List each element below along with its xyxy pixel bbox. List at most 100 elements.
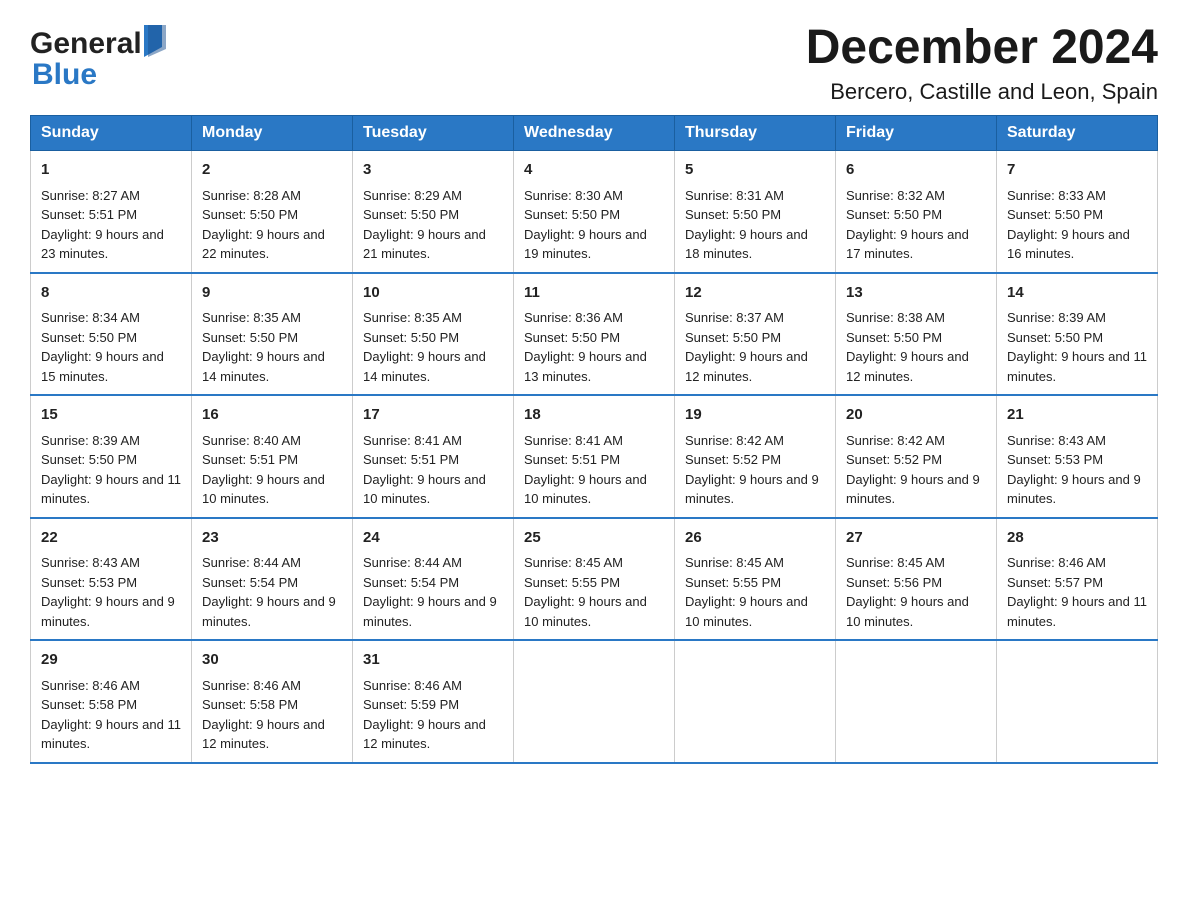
calendar-cell: 1 Sunrise: 8:27 AMSunset: 5:51 PMDayligh… bbox=[31, 151, 192, 273]
day-number: 15 bbox=[41, 404, 181, 427]
day-info: Sunrise: 8:29 AMSunset: 5:50 PMDaylight:… bbox=[363, 188, 486, 262]
day-info: Sunrise: 8:36 AMSunset: 5:50 PMDaylight:… bbox=[524, 310, 647, 384]
day-number: 26 bbox=[685, 527, 825, 550]
day-info: Sunrise: 8:38 AMSunset: 5:50 PMDaylight:… bbox=[846, 310, 969, 384]
calendar-cell: 3 Sunrise: 8:29 AMSunset: 5:50 PMDayligh… bbox=[353, 151, 514, 273]
calendar-cell: 12 Sunrise: 8:37 AMSunset: 5:50 PMDaylig… bbox=[675, 273, 836, 396]
day-number: 7 bbox=[1007, 159, 1147, 182]
calendar-header-row: SundayMondayTuesdayWednesdayThursdayFrid… bbox=[31, 116, 1158, 151]
calendar-cell bbox=[514, 640, 675, 763]
calendar-week-3: 15 Sunrise: 8:39 AMSunset: 5:50 PMDaylig… bbox=[31, 395, 1158, 518]
day-info: Sunrise: 8:32 AMSunset: 5:50 PMDaylight:… bbox=[846, 188, 969, 262]
calendar-cell: 7 Sunrise: 8:33 AMSunset: 5:50 PMDayligh… bbox=[997, 151, 1158, 273]
day-number: 6 bbox=[846, 159, 986, 182]
day-info: Sunrise: 8:41 AMSunset: 5:51 PMDaylight:… bbox=[363, 433, 486, 507]
calendar-cell: 22 Sunrise: 8:43 AMSunset: 5:53 PMDaylig… bbox=[31, 518, 192, 641]
day-info: Sunrise: 8:41 AMSunset: 5:51 PMDaylight:… bbox=[524, 433, 647, 507]
calendar-cell: 8 Sunrise: 8:34 AMSunset: 5:50 PMDayligh… bbox=[31, 273, 192, 396]
page-title: December 2024 bbox=[806, 20, 1158, 75]
day-info: Sunrise: 8:45 AMSunset: 5:55 PMDaylight:… bbox=[685, 555, 808, 629]
day-number: 19 bbox=[685, 404, 825, 427]
calendar-cell: 2 Sunrise: 8:28 AMSunset: 5:50 PMDayligh… bbox=[192, 151, 353, 273]
day-info: Sunrise: 8:46 AMSunset: 5:59 PMDaylight:… bbox=[363, 678, 486, 752]
calendar-cell: 19 Sunrise: 8:42 AMSunset: 5:52 PMDaylig… bbox=[675, 395, 836, 518]
calendar-cell: 9 Sunrise: 8:35 AMSunset: 5:50 PMDayligh… bbox=[192, 273, 353, 396]
calendar-cell: 29 Sunrise: 8:46 AMSunset: 5:58 PMDaylig… bbox=[31, 640, 192, 763]
calendar-cell bbox=[675, 640, 836, 763]
day-info: Sunrise: 8:39 AMSunset: 5:50 PMDaylight:… bbox=[1007, 310, 1147, 384]
calendar-header-saturday: Saturday bbox=[997, 116, 1158, 151]
title-block: December 2024 Bercero, Castille and Leon… bbox=[806, 20, 1158, 105]
calendar-week-5: 29 Sunrise: 8:46 AMSunset: 5:58 PMDaylig… bbox=[31, 640, 1158, 763]
day-info: Sunrise: 8:46 AMSunset: 5:58 PMDaylight:… bbox=[202, 678, 325, 752]
calendar-cell: 31 Sunrise: 8:46 AMSunset: 5:59 PMDaylig… bbox=[353, 640, 514, 763]
logo: General Blue bbox=[30, 25, 166, 92]
day-info: Sunrise: 8:46 AMSunset: 5:58 PMDaylight:… bbox=[41, 678, 181, 752]
calendar-cell: 18 Sunrise: 8:41 AMSunset: 5:51 PMDaylig… bbox=[514, 395, 675, 518]
day-number: 1 bbox=[41, 159, 181, 182]
day-number: 4 bbox=[524, 159, 664, 182]
calendar-table: SundayMondayTuesdayWednesdayThursdayFrid… bbox=[30, 115, 1158, 764]
page-subtitle: Bercero, Castille and Leon, Spain bbox=[806, 79, 1158, 105]
day-info: Sunrise: 8:44 AMSunset: 5:54 PMDaylight:… bbox=[363, 555, 497, 629]
day-info: Sunrise: 8:31 AMSunset: 5:50 PMDaylight:… bbox=[685, 188, 808, 262]
day-number: 16 bbox=[202, 404, 342, 427]
day-info: Sunrise: 8:35 AMSunset: 5:50 PMDaylight:… bbox=[202, 310, 325, 384]
day-number: 18 bbox=[524, 404, 664, 427]
logo-general-text: General bbox=[30, 27, 142, 61]
calendar-week-2: 8 Sunrise: 8:34 AMSunset: 5:50 PMDayligh… bbox=[31, 273, 1158, 396]
calendar-cell: 20 Sunrise: 8:42 AMSunset: 5:52 PMDaylig… bbox=[836, 395, 997, 518]
day-number: 22 bbox=[41, 527, 181, 550]
day-info: Sunrise: 8:28 AMSunset: 5:50 PMDaylight:… bbox=[202, 188, 325, 262]
calendar-cell: 10 Sunrise: 8:35 AMSunset: 5:50 PMDaylig… bbox=[353, 273, 514, 396]
day-number: 30 bbox=[202, 649, 342, 672]
day-number: 9 bbox=[202, 282, 342, 305]
calendar-cell bbox=[836, 640, 997, 763]
calendar-cell: 27 Sunrise: 8:45 AMSunset: 5:56 PMDaylig… bbox=[836, 518, 997, 641]
day-info: Sunrise: 8:43 AMSunset: 5:53 PMDaylight:… bbox=[1007, 433, 1141, 507]
day-info: Sunrise: 8:39 AMSunset: 5:50 PMDaylight:… bbox=[41, 433, 181, 507]
day-info: Sunrise: 8:46 AMSunset: 5:57 PMDaylight:… bbox=[1007, 555, 1147, 629]
day-info: Sunrise: 8:34 AMSunset: 5:50 PMDaylight:… bbox=[41, 310, 164, 384]
calendar-header-wednesday: Wednesday bbox=[514, 116, 675, 151]
calendar-cell: 13 Sunrise: 8:38 AMSunset: 5:50 PMDaylig… bbox=[836, 273, 997, 396]
day-info: Sunrise: 8:45 AMSunset: 5:56 PMDaylight:… bbox=[846, 555, 969, 629]
day-number: 17 bbox=[363, 404, 503, 427]
calendar-cell: 15 Sunrise: 8:39 AMSunset: 5:50 PMDaylig… bbox=[31, 395, 192, 518]
day-info: Sunrise: 8:27 AMSunset: 5:51 PMDaylight:… bbox=[41, 188, 164, 262]
day-number: 21 bbox=[1007, 404, 1147, 427]
day-number: 2 bbox=[202, 159, 342, 182]
day-number: 28 bbox=[1007, 527, 1147, 550]
calendar-cell: 25 Sunrise: 8:45 AMSunset: 5:55 PMDaylig… bbox=[514, 518, 675, 641]
day-info: Sunrise: 8:42 AMSunset: 5:52 PMDaylight:… bbox=[846, 433, 980, 507]
day-number: 20 bbox=[846, 404, 986, 427]
day-number: 8 bbox=[41, 282, 181, 305]
day-number: 29 bbox=[41, 649, 181, 672]
day-number: 24 bbox=[363, 527, 503, 550]
calendar-cell: 5 Sunrise: 8:31 AMSunset: 5:50 PMDayligh… bbox=[675, 151, 836, 273]
day-number: 13 bbox=[846, 282, 986, 305]
calendar-cell: 21 Sunrise: 8:43 AMSunset: 5:53 PMDaylig… bbox=[997, 395, 1158, 518]
day-info: Sunrise: 8:40 AMSunset: 5:51 PMDaylight:… bbox=[202, 433, 325, 507]
calendar-header-tuesday: Tuesday bbox=[353, 116, 514, 151]
calendar-header-monday: Monday bbox=[192, 116, 353, 151]
day-number: 5 bbox=[685, 159, 825, 182]
day-info: Sunrise: 8:43 AMSunset: 5:53 PMDaylight:… bbox=[41, 555, 175, 629]
calendar-cell: 16 Sunrise: 8:40 AMSunset: 5:51 PMDaylig… bbox=[192, 395, 353, 518]
day-info: Sunrise: 8:35 AMSunset: 5:50 PMDaylight:… bbox=[363, 310, 486, 384]
day-number: 23 bbox=[202, 527, 342, 550]
calendar-cell bbox=[997, 640, 1158, 763]
calendar-cell: 17 Sunrise: 8:41 AMSunset: 5:51 PMDaylig… bbox=[353, 395, 514, 518]
day-number: 12 bbox=[685, 282, 825, 305]
logo-blue-text: Blue bbox=[32, 58, 97, 91]
day-info: Sunrise: 8:33 AMSunset: 5:50 PMDaylight:… bbox=[1007, 188, 1130, 262]
calendar-cell: 26 Sunrise: 8:45 AMSunset: 5:55 PMDaylig… bbox=[675, 518, 836, 641]
calendar-header-thursday: Thursday bbox=[675, 116, 836, 151]
calendar-cell: 24 Sunrise: 8:44 AMSunset: 5:54 PMDaylig… bbox=[353, 518, 514, 641]
day-info: Sunrise: 8:44 AMSunset: 5:54 PMDaylight:… bbox=[202, 555, 336, 629]
calendar-cell: 14 Sunrise: 8:39 AMSunset: 5:50 PMDaylig… bbox=[997, 273, 1158, 396]
day-number: 31 bbox=[363, 649, 503, 672]
day-info: Sunrise: 8:42 AMSunset: 5:52 PMDaylight:… bbox=[685, 433, 819, 507]
day-number: 10 bbox=[363, 282, 503, 305]
calendar-cell: 28 Sunrise: 8:46 AMSunset: 5:57 PMDaylig… bbox=[997, 518, 1158, 641]
